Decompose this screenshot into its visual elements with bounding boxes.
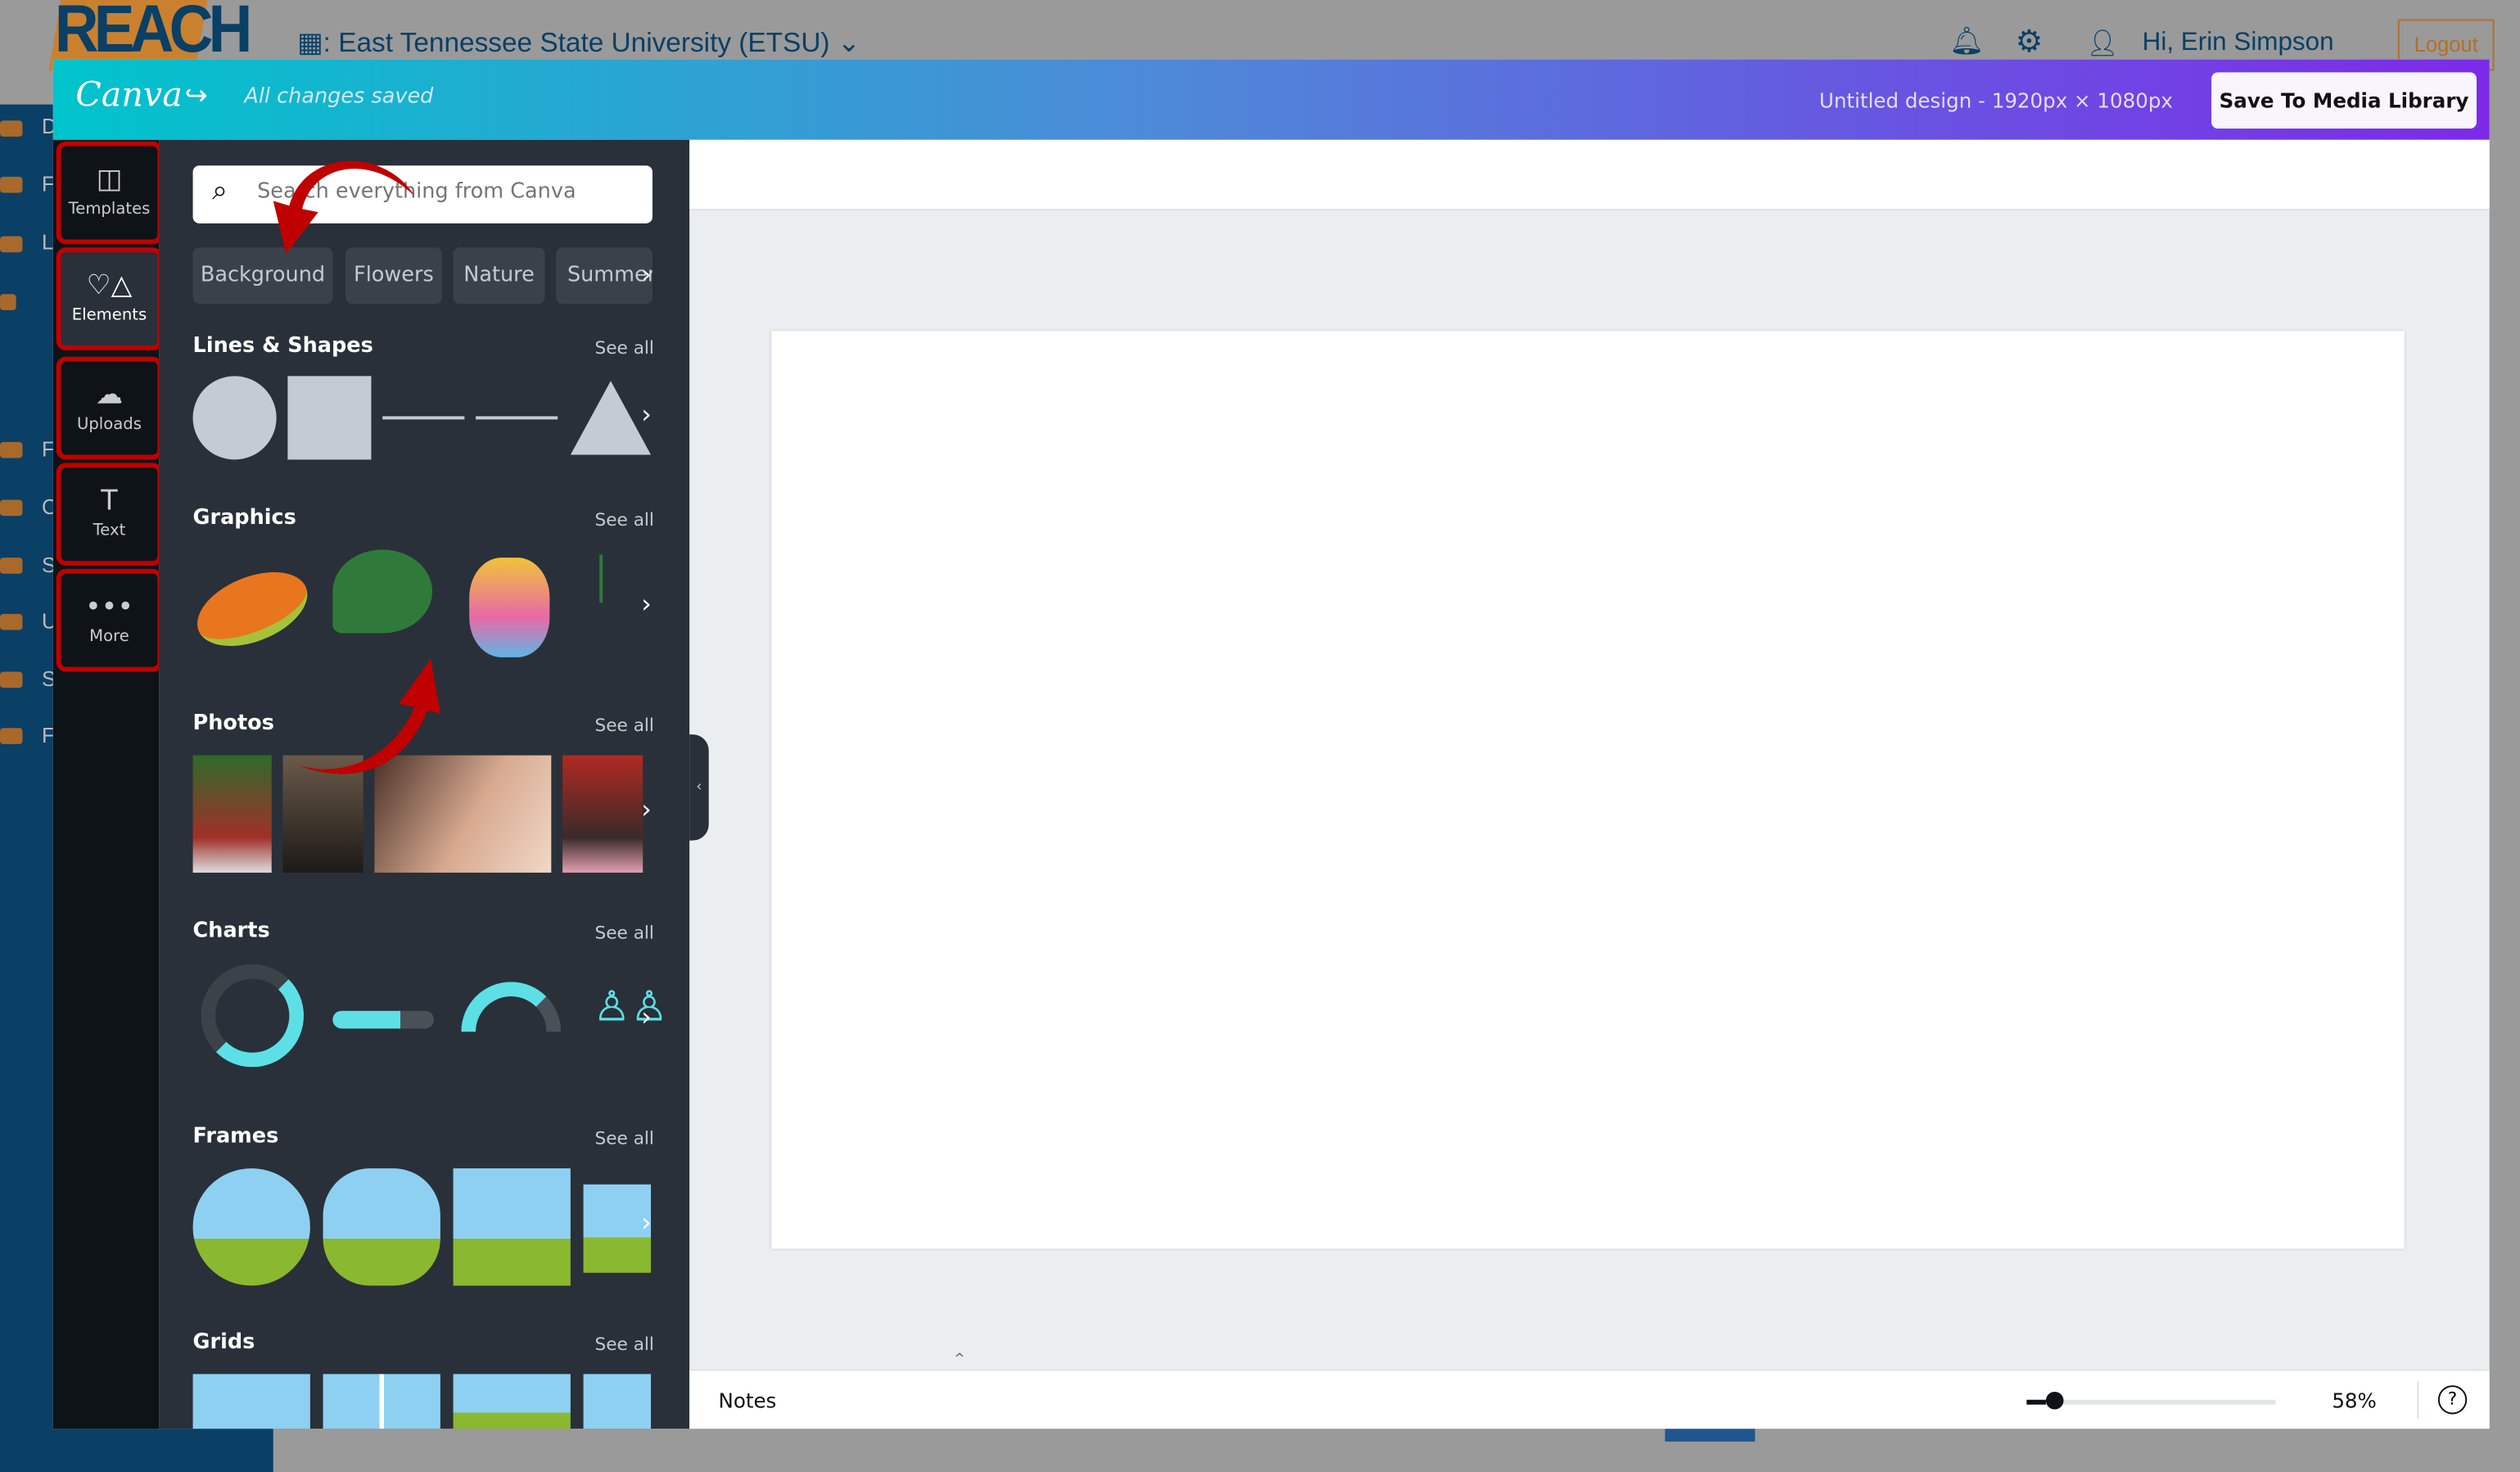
red-curved-arrow-icon <box>273 160 415 255</box>
annotation-arrows <box>273 160 440 774</box>
red-curved-arrow-icon <box>297 658 440 774</box>
